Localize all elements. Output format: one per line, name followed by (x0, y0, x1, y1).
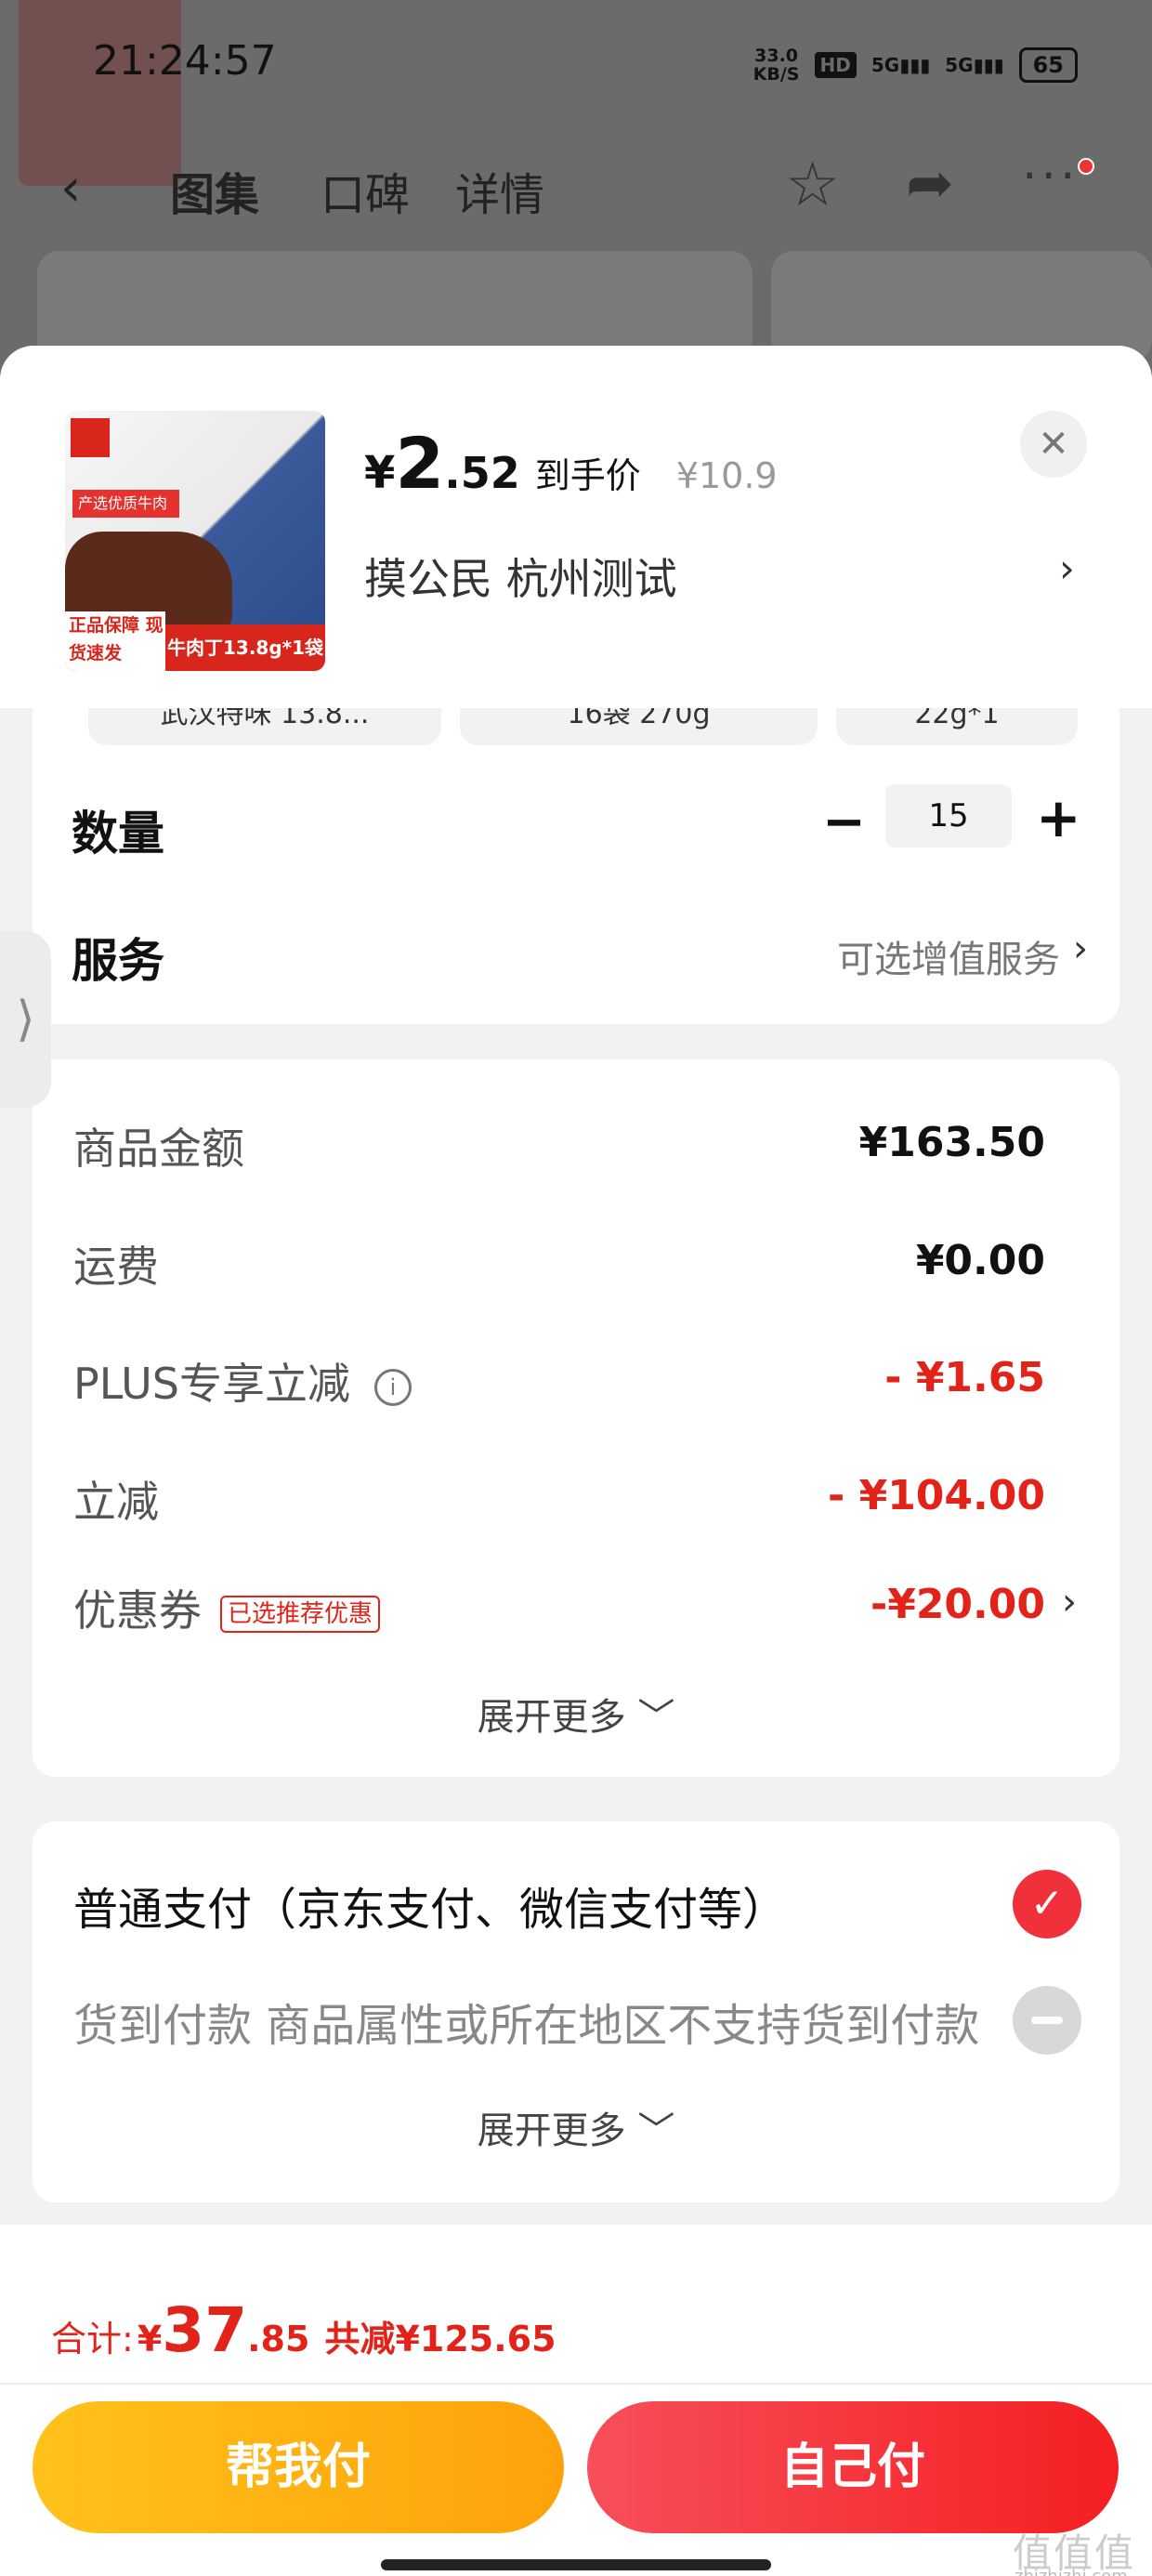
product-thumbnail: 产选优质牛肉 牛肉丁13.8g*1袋 正品保障 现货速发 (65, 411, 325, 671)
summary-row: PLUS专享立减 i - ¥1.65 (73, 1350, 1077, 1415)
info-icon[interactable]: i (373, 1368, 412, 1406)
total-line: 合计: ¥ 37 .85 共减¥125.65 (51, 2294, 556, 2366)
hd-icon: HD (814, 52, 857, 78)
back-arrow-icon[interactable]: ‹ (60, 158, 81, 218)
total-label: 合计: (51, 2319, 134, 2359)
price-symbol: ¥ (364, 447, 396, 499)
summary-value: - ¥1.65 (884, 1354, 1045, 1401)
status-bar: 21:24:57 33.0 KB/S HD 5G▮▮▮ 5G▮▮▮ 65 (0, 37, 1152, 102)
summary-value: ¥163.50 (858, 1119, 1045, 1166)
signal-icon-1: 5G▮▮▮ (871, 54, 931, 76)
summary-value: ¥0.00 (915, 1237, 1045, 1284)
summary-row: 运费 ¥0.00 (73, 1233, 1077, 1298)
favorite-star-icon[interactable]: ☆ (785, 149, 840, 220)
summary-label: PLUS专享立减 i (73, 1350, 412, 1412)
spec-option-2[interactable]: 16袋 270g (460, 708, 818, 745)
spec-option-3[interactable]: 22g*1 (836, 708, 1078, 745)
original-price: ¥10.9 (675, 455, 778, 496)
close-icon: ✕ (1038, 423, 1069, 466)
price-decimal: .52 (444, 448, 520, 498)
summary-label: 立减 (73, 1477, 159, 1527)
background-app: 21:24:57 33.0 KB/S HD 5G▮▮▮ 5G▮▮▮ 65 ‹ 图… (0, 0, 1152, 372)
close-button[interactable]: ✕ (1020, 411, 1087, 478)
product-nav: ‹ 图集 口碑 详情 ☆ ➦ ··· (0, 149, 1152, 232)
total-discount: 共减¥125.65 (324, 2319, 556, 2359)
payment-option-normal[interactable]: 普通支付（京东支付、微信支付等） (73, 1873, 787, 1938)
price-integer: 2 (395, 422, 445, 505)
payment-card: 普通支付（京东支付、微信支付等） ✓ 货到付款 商品属性或所在地区不支持货到付款… (33, 1821, 1119, 2202)
expand-more-button[interactable]: 展开更多 ﹀ (33, 1687, 1119, 1741)
tab-details[interactable]: 详情 (455, 158, 544, 223)
status-time: 21:24:57 (93, 37, 277, 85)
quantity-label: 数量 (72, 807, 164, 861)
divider (0, 2383, 1152, 2385)
network-speed-unit: KB/S (753, 64, 800, 85)
network-speed: 33.0 KB/S (753, 46, 800, 84)
chevron-right-icon[interactable]: › (1062, 1581, 1077, 1623)
summary-label: 商品金额 (73, 1124, 244, 1174)
delivery-address[interactable]: 摸公民 杭州测试 (364, 545, 677, 607)
price-label: 到手价 (534, 455, 641, 496)
thumb-badge: 产选优质牛肉 (72, 490, 179, 518)
battery-icon: 65 (1018, 47, 1078, 83)
tab-gallery[interactable]: 图集 (170, 158, 259, 223)
check-icon[interactable]: ✓ (1013, 1870, 1081, 1939)
share-icon[interactable]: ➦ (906, 149, 954, 217)
tab-reviews[interactable]: 口碑 (321, 158, 410, 223)
purchase-sheet: 产选优质牛肉 牛肉丁13.8g*1袋 正品保障 现货速发 ¥ 2 .52 到手价… (0, 346, 1152, 2576)
help-pay-button[interactable]: 帮我付 (33, 2401, 564, 2533)
self-pay-button[interactable]: 自己付 (587, 2401, 1119, 2533)
summary-row: 立减 - ¥104.00 (73, 1468, 1077, 1533)
total-symbol: ¥ (137, 2319, 163, 2359)
side-handle-chevron-icon[interactable]: ⟩ (0, 931, 51, 1108)
disabled-icon (1013, 1986, 1081, 2055)
network-speed-value: 33.0 (754, 46, 799, 66)
price-row: ¥ 2 .52 到手价 ¥10.9 (364, 422, 778, 505)
brand-mini-logo (71, 418, 110, 457)
signal-icon-2: 5G▮▮▮ (945, 54, 1004, 76)
summary-label: 运费 (73, 1242, 159, 1292)
chevron-right-icon[interactable]: › (1073, 927, 1088, 970)
spec-options: 武汉特味 13.8... 16袋 270g 22g*1 (88, 708, 1110, 745)
service-option[interactable]: 可选增值服务 (837, 929, 1060, 983)
notification-dot (1078, 158, 1094, 175)
price-summary-card: 商品金额 ¥163.50 运费 ¥0.00 PLUS专享立减 i - ¥1.65 … (33, 1059, 1119, 1777)
summary-row: 商品金额 ¥163.50 (73, 1115, 1077, 1180)
thumb-guarantee: 正品保障 现货速发 (65, 611, 165, 671)
coupon-tag: 已选推荐优惠 (220, 1595, 381, 1633)
more-icon[interactable]: ··· (1022, 149, 1080, 204)
quantity-input[interactable]: 15 (885, 784, 1012, 848)
payment-option-cod: 货到付款 商品属性或所在地区不支持货到付款 (73, 2000, 980, 2052)
summary-label: 优惠券 已选推荐优惠 (73, 1577, 381, 1638)
quantity-minus-button[interactable]: − (822, 792, 866, 852)
checkout-footer: 合计: ¥ 37 .85 共减¥125.65 帮我付 自己付 值值值 zhizh… (0, 2225, 1152, 2576)
expand-more-button[interactable]: 展开更多 ﹀ (33, 2100, 1119, 2154)
home-indicator[interactable] (381, 2559, 771, 2570)
service-label: 服务 (72, 934, 164, 988)
total-decimal: .85 (247, 2319, 310, 2359)
sheet-header: 产选优质牛肉 牛肉丁13.8g*1袋 正品保障 现货速发 ¥ 2 .52 到手价… (0, 346, 1152, 708)
status-icons: 33.0 KB/S HD 5G▮▮▮ 5G▮▮▮ 65 (753, 46, 1078, 84)
spec-quantity-card: 武汉特味 13.8... 16袋 270g 22g*1 数量 − 15 + 服务… (33, 708, 1119, 1024)
total-integer: 37 (162, 2294, 248, 2366)
coupon-row[interactable]: 优惠券 已选推荐优惠 -¥20.00 › (73, 1577, 1077, 1642)
summary-value: - ¥104.00 (828, 1472, 1045, 1519)
chevron-right-icon[interactable]: › (1059, 545, 1075, 591)
watermark-url: zhizhizhi.com (1015, 2567, 1128, 2576)
summary-value: -¥20.00 (870, 1581, 1045, 1628)
quantity-plus-button[interactable]: + (1036, 786, 1081, 849)
spec-option-1[interactable]: 武汉特味 13.8... (88, 708, 441, 745)
